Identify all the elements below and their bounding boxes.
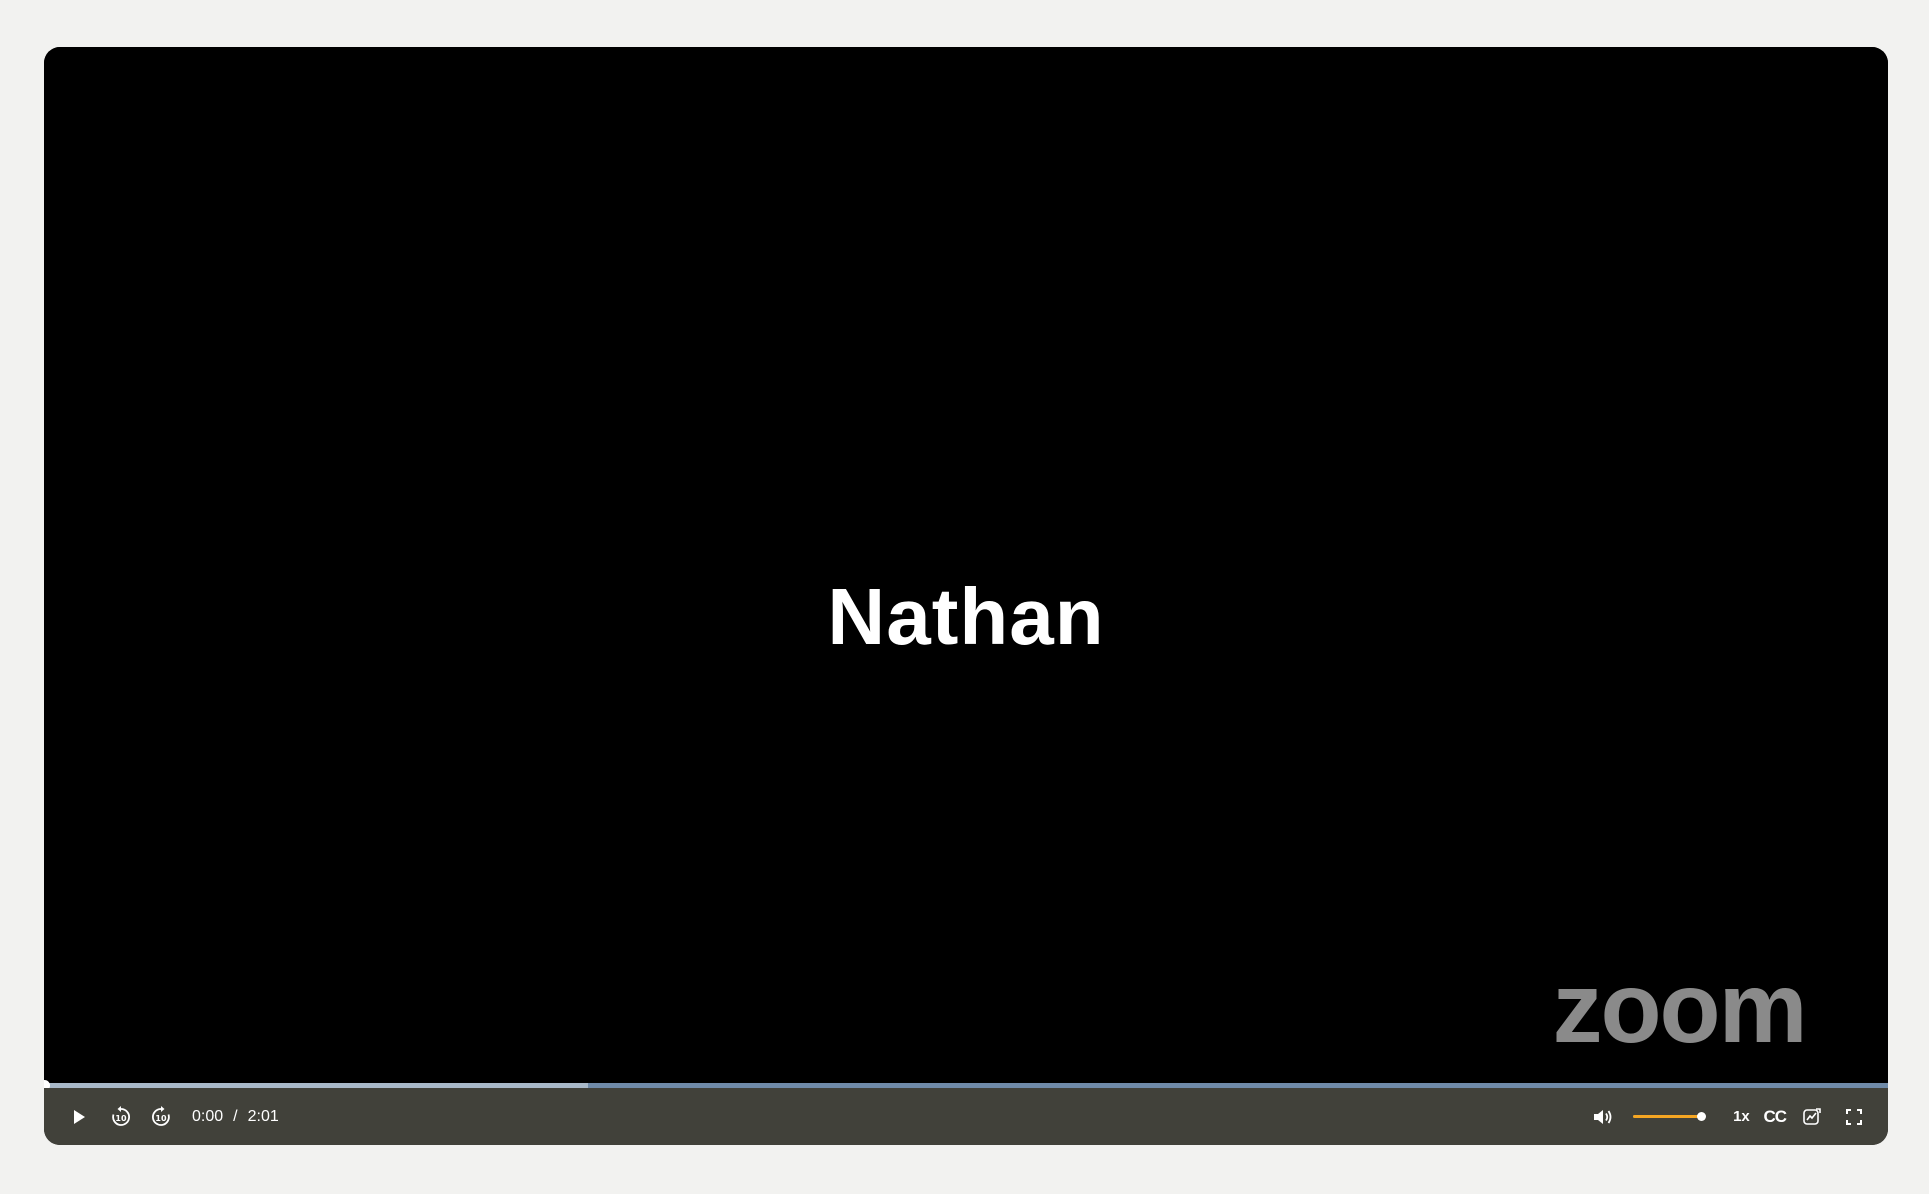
volume-level <box>1633 1114 1702 1118</box>
time-display: 0:00 / 2:01 <box>192 1108 279 1126</box>
play-icon <box>74 1109 85 1124</box>
chapters-button[interactable] <box>1798 1103 1826 1131</box>
svg-text:10: 10 <box>115 1114 127 1123</box>
fullscreen-button[interactable] <box>1840 1103 1868 1131</box>
svg-text:10: 10 <box>155 1114 167 1123</box>
rewind-10-icon: 10 <box>112 1105 130 1126</box>
video-frame[interactable]: Nathan zoom <box>44 47 1888 1084</box>
rewind-10-button[interactable]: 10 <box>106 1102 136 1132</box>
volume-slider[interactable] <box>1633 1110 1707 1124</box>
current-time: 0:00 <box>192 1107 224 1125</box>
zoom-watermark-logo: zoom <box>1552 952 1807 1064</box>
speaker-name: Nathan <box>827 572 1105 661</box>
fullscreen-icon <box>1846 1108 1862 1125</box>
volume-knob[interactable] <box>1697 1111 1707 1121</box>
video-player: Nathan zoom 10 10 0:00 / 2:01 1x CC <box>44 47 1888 1145</box>
time-separator: / <box>233 1107 238 1125</box>
playback-speed-button[interactable]: 1x <box>1729 1108 1753 1125</box>
forward-10-button[interactable]: 10 <box>146 1102 176 1132</box>
control-bar: 10 10 0:00 / 2:01 1x CC <box>44 1088 1888 1145</box>
chapters-icon <box>1803 1107 1821 1125</box>
svg-text:zoom: zoom <box>1552 952 1805 1064</box>
speaker-icon <box>1594 1109 1612 1124</box>
captions-button[interactable]: CC <box>1763 1107 1787 1127</box>
play-button[interactable] <box>64 1102 94 1132</box>
mute-button[interactable] <box>1589 1103 1617 1131</box>
duration: 2:01 <box>247 1107 279 1125</box>
forward-10-icon: 10 <box>152 1105 170 1126</box>
